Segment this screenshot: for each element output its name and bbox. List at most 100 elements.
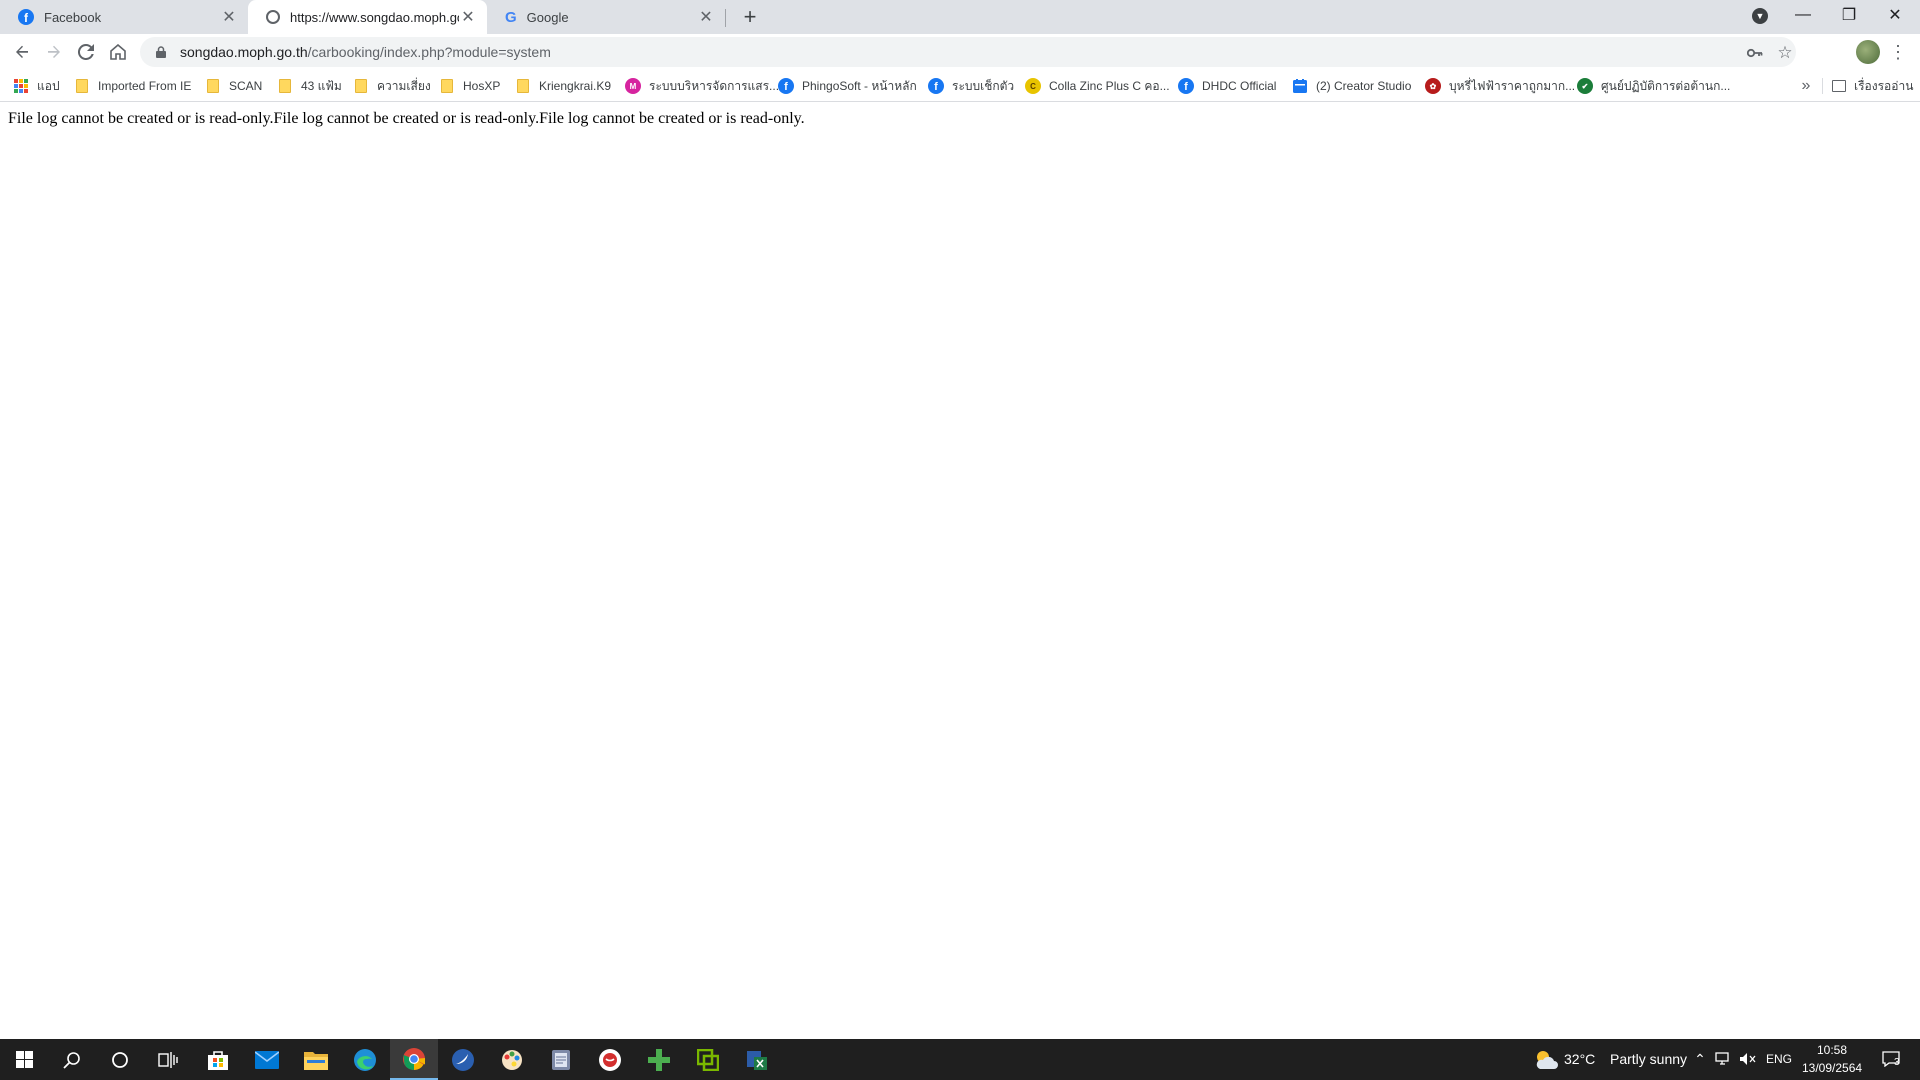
- folder-icon: [515, 78, 531, 94]
- error-message: File log cannot be created or is read-on…: [8, 110, 805, 127]
- new-tab-button[interactable]: +: [737, 4, 763, 29]
- folder-icon: [277, 78, 293, 94]
- bookmark-43-files[interactable]: 43 แฟ้ม: [277, 76, 342, 96]
- clock-time[interactable]: 10:58: [1817, 1043, 1847, 1057]
- reload-icon: [78, 44, 94, 60]
- close-icon[interactable]: ✕: [697, 8, 715, 26]
- tab-google[interactable]: G Google ✕: [487, 0, 725, 34]
- bookmark-risk[interactable]: ความเสี่ยง: [353, 76, 431, 96]
- lock-icon[interactable]: [154, 45, 168, 59]
- forward-button[interactable]: [40, 38, 68, 66]
- bookmarks-divider: [1822, 78, 1823, 94]
- notepad-app[interactable]: [537, 1039, 585, 1080]
- paint-app[interactable]: [488, 1039, 536, 1080]
- weather-desc[interactable]: Partly sunny: [1610, 1051, 1687, 1067]
- mail-app[interactable]: [243, 1039, 291, 1080]
- bookmark-creator-studio[interactable]: (2) Creator Studio: [1292, 76, 1411, 96]
- bookmark-label: 43 แฟ้ม: [301, 78, 342, 93]
- bookmark-colla-zinc[interactable]: C Colla Zinc Plus C คอ...: [1025, 76, 1170, 96]
- lightshot-app[interactable]: [439, 1039, 487, 1080]
- notification-button[interactable]: 3: [1876, 1049, 1906, 1069]
- bookmark-label: PhingoSoft - หน้าหลัก: [802, 78, 917, 93]
- weather-icon[interactable]: [1534, 1048, 1558, 1072]
- store-icon: [208, 1050, 228, 1070]
- network-icon[interactable]: [1714, 1049, 1734, 1069]
- bookmark-label: แอป: [37, 78, 60, 93]
- edge-app[interactable]: [341, 1039, 389, 1080]
- tab-facebook[interactable]: f Facebook ✕: [0, 0, 248, 34]
- clock-date[interactable]: 13/09/2564: [1802, 1061, 1862, 1075]
- start-button[interactable]: [0, 1039, 48, 1080]
- bookmark-antifake-center[interactable]: ✔ ศูนย์ปฏิบัติการต่อต้านก...: [1577, 76, 1730, 96]
- url-text[interactable]: songdao.moph.go.th/carbooking/index.php?…: [180, 44, 551, 60]
- excel-tool-app[interactable]: [733, 1039, 781, 1080]
- folder-icon: [74, 78, 90, 94]
- close-icon[interactable]: ✕: [459, 8, 477, 26]
- close-icon[interactable]: ✕: [220, 8, 238, 26]
- browser-toolbar: songdao.moph.go.th/carbooking/index.php?…: [0, 34, 1920, 70]
- star-icon[interactable]: ☆: [1774, 42, 1796, 64]
- folder-icon: [304, 1051, 328, 1070]
- bookmark-label: (2) Creator Studio: [1316, 79, 1412, 93]
- menu-icon[interactable]: ⋮: [1886, 38, 1910, 66]
- key-icon[interactable]: [1744, 42, 1766, 64]
- bookmark-scan[interactable]: SCAN: [205, 76, 262, 96]
- tab-search-icon[interactable]: ▼: [1752, 8, 1768, 24]
- notification-count: 3: [1894, 1057, 1900, 1068]
- back-button[interactable]: [8, 38, 36, 66]
- bookmark-label: บุหรี่ไฟฟ้าราคาถูกมาก...: [1449, 78, 1576, 93]
- reload-button[interactable]: [72, 38, 100, 66]
- bookmark-kriengkrai[interactable]: Kriengkrai.K9: [515, 76, 611, 96]
- avatar[interactable]: [1856, 40, 1880, 64]
- bookmark-label: Kriengkrai.K9: [539, 79, 612, 93]
- bookmark-hosxp[interactable]: HosXP: [439, 76, 500, 96]
- close-window-button[interactable]: ✕: [1872, 0, 1918, 30]
- plus-app-icon: [648, 1048, 670, 1071]
- restore-button[interactable]: ❐: [1826, 0, 1872, 30]
- folder-icon: [439, 78, 455, 94]
- file-explorer-app[interactable]: [292, 1039, 340, 1080]
- search-icon: [63, 1051, 80, 1069]
- notebook-icon: [552, 1049, 570, 1070]
- bookmark-check-system[interactable]: f ระบบเช็กตัว: [928, 76, 1014, 96]
- folder-icon: [205, 78, 221, 94]
- spreadsheet-icon: [747, 1050, 767, 1070]
- cortana-button[interactable]: [96, 1039, 144, 1080]
- chevron-more-icon[interactable]: »: [1796, 76, 1816, 96]
- colla-icon: C: [1025, 78, 1041, 94]
- chevron-up-icon[interactable]: ⌃: [1690, 1049, 1710, 1069]
- tab-title: https://www.songdao.moph.go.th: [290, 9, 459, 25]
- tab-divider: [725, 9, 726, 27]
- line-app[interactable]: [586, 1039, 634, 1080]
- task-view-button[interactable]: [144, 1039, 192, 1080]
- minimize-button[interactable]: —: [1780, 0, 1826, 30]
- mail-icon: [255, 1050, 279, 1069]
- bookmark-apps[interactable]: แอป: [13, 76, 60, 96]
- chrome-icon: [403, 1047, 425, 1070]
- bookmark-dhdc-official[interactable]: f DHDC Official: [1178, 76, 1276, 96]
- tab-title: Google: [526, 9, 569, 25]
- weather-temp[interactable]: 32°C: [1564, 1051, 1595, 1067]
- folder-icon: [353, 78, 369, 94]
- home-button[interactable]: [104, 38, 132, 66]
- reading-list-button[interactable]: เรื่องรออ่าน: [1832, 76, 1913, 96]
- bookmark-vape-shop[interactable]: ✿ บุหรี่ไฟฟ้าราคาถูกมาก...: [1425, 76, 1575, 96]
- address-bar[interactable]: songdao.moph.go.th/carbooking/index.php?…: [140, 37, 1796, 67]
- bookmark-phingosoft[interactable]: f PhingoSoft - หน้าหลัก: [778, 76, 917, 96]
- bookmark-imported-from-ie[interactable]: Imported From IE: [74, 76, 191, 96]
- back-arrow-icon: [16, 45, 28, 58]
- bookmark-label: DHDC Official: [1202, 79, 1277, 93]
- language-indicator[interactable]: ENG: [1766, 1052, 1792, 1066]
- chrome-app[interactable]: [390, 1039, 438, 1080]
- tab-strip: f Facebook ✕ https://www.songdao.moph.go…: [0, 0, 1920, 34]
- store-app[interactable]: [194, 1039, 242, 1080]
- bookmark-management-system[interactable]: M ระบบบริหารจัดการแสร...: [625, 76, 779, 96]
- volume-muted-icon[interactable]: [1738, 1049, 1758, 1069]
- add-app[interactable]: [635, 1039, 683, 1080]
- reading-list-label: เรื่องรออ่าน: [1854, 78, 1914, 93]
- search-button[interactable]: [48, 1039, 96, 1080]
- creator-studio-icon: [1292, 78, 1308, 94]
- tab-songdao[interactable]: https://www.songdao.moph.go.th ✕: [248, 0, 487, 34]
- facebook-icon: f: [1178, 78, 1194, 94]
- vmware-app[interactable]: [684, 1039, 732, 1080]
